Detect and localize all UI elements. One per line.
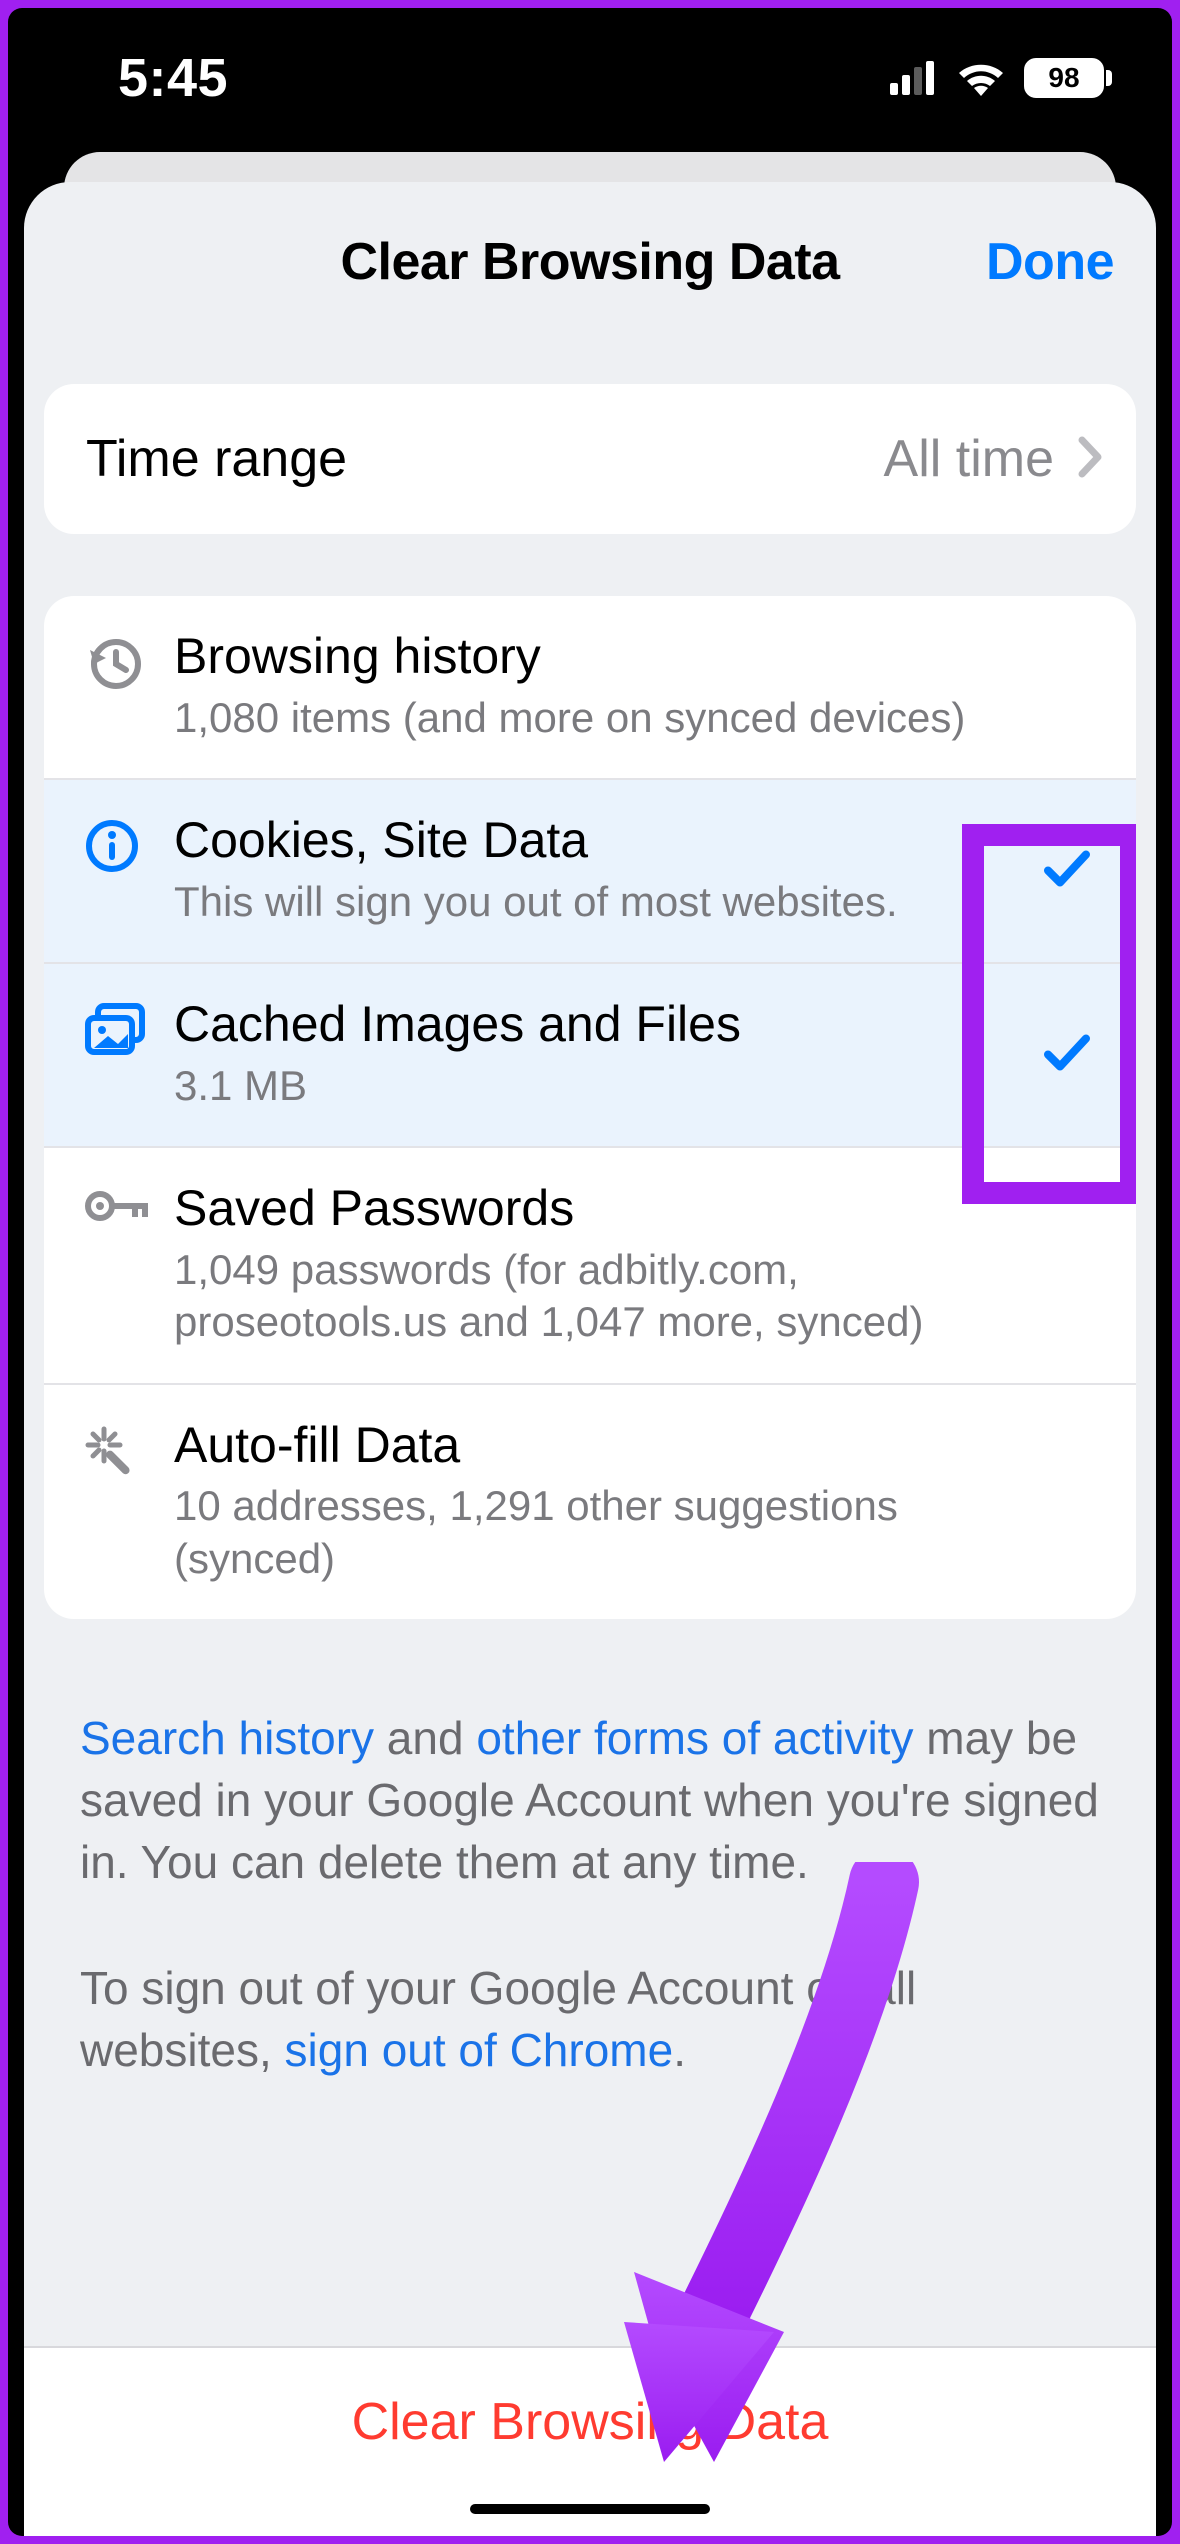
row-subtitle: 1,049 passwords (for adbitly.com, proseo… [174,1244,1006,1349]
row-subtitle: This will sign you out of most websites. [174,876,1006,929]
home-indicator [470,2504,710,2514]
annotation-outer-frame: 5:45 [0,0,1180,2544]
bottom-action-bar: Clear Browsing Data [24,2346,1156,2536]
wand-icon [84,1417,174,1483]
row-title: Auto-fill Data [174,1417,1006,1475]
images-icon [84,996,174,1058]
checkmark-icon [1042,1033,1092,1078]
key-icon [84,1180,174,1226]
time-range-label: Time range [86,429,347,489]
status-time: 5:45 [118,47,228,109]
row-browsing-history[interactable]: Browsing history 1,080 items (and more o… [44,596,1136,778]
data-types-list: Browsing history 1,080 items (and more o… [44,596,1136,1619]
row-title: Saved Passwords [174,1180,1006,1238]
battery-icon: 98 [1024,58,1112,98]
cellular-icon [890,61,938,95]
row-cached-images-files[interactable]: Cached Images and Files 3.1 MB [44,962,1136,1146]
sheet-header: Clear Browsing Data Done [24,182,1156,342]
time-range-row[interactable]: Time range All time [44,384,1136,534]
row-subtitle: 1,080 items (and more on synced devices) [174,692,1006,745]
row-title: Browsing history [174,628,1006,686]
row-cookies-site-data[interactable]: Cookies, Site Data This will sign you ou… [44,778,1136,962]
link-other-activity[interactable]: other forms of activity [476,1712,913,1764]
status-icons: 98 [890,58,1112,98]
history-icon [84,628,174,694]
link-search-history[interactable]: Search history [80,1712,374,1764]
device-screen: 5:45 [8,8,1172,2536]
link-sign-out-chrome[interactable]: sign out of Chrome [285,2024,674,2076]
time-range-value: All time [884,429,1054,489]
chevron-right-icon [1078,436,1104,483]
done-button[interactable]: Done [986,232,1114,292]
row-autofill-data[interactable]: Auto-fill Data 10 addresses, 1,291 other… [44,1383,1136,1620]
row-title: Cached Images and Files [174,996,1006,1054]
info-icon [84,812,174,874]
footer-note: Search history and other forms of activi… [44,1619,1136,2081]
row-subtitle: 10 addresses, 1,291 other suggestions (s… [174,1480,1006,1585]
row-saved-passwords[interactable]: Saved Passwords 1,049 passwords (for adb… [44,1146,1136,1383]
row-subtitle: 3.1 MB [174,1060,1006,1113]
clear-browsing-data-button[interactable]: Clear Browsing Data [352,2392,829,2452]
sheet-title: Clear Browsing Data [340,232,839,292]
checkmark-icon [1042,849,1092,894]
status-bar: 5:45 [8,8,1172,148]
wifi-icon [956,60,1006,96]
row-title: Cookies, Site Data [174,812,1006,870]
modal-sheet: Clear Browsing Data Done Time range All … [24,182,1156,2536]
